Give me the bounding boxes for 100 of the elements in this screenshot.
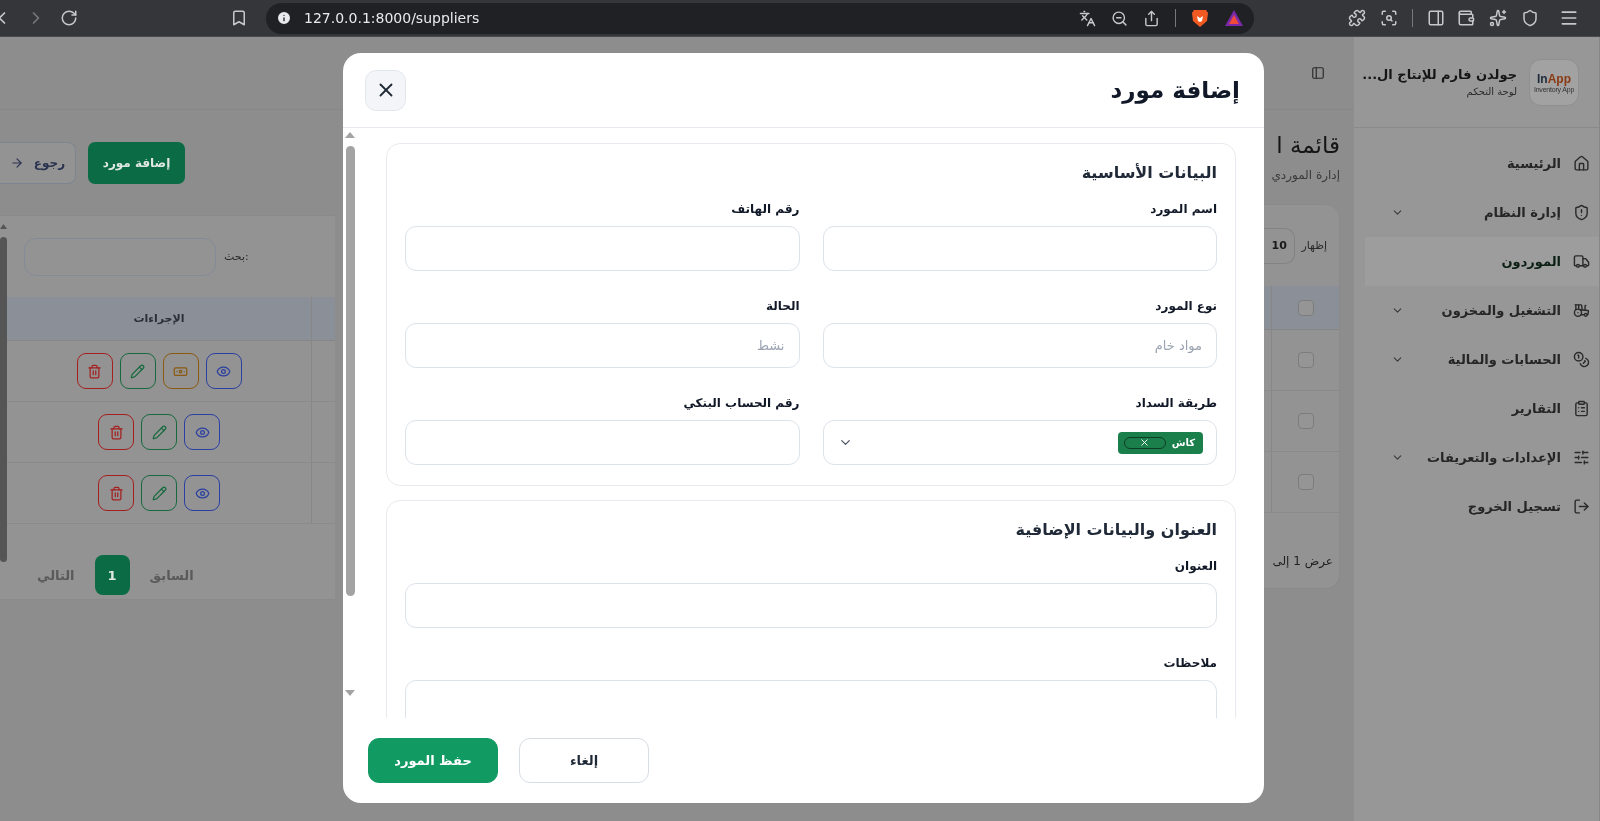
scrollbar-thumb[interactable]: [345, 146, 355, 596]
page-button[interactable]: 1: [94, 555, 130, 595]
lion-shield-icon[interactable]: [1191, 8, 1209, 28]
sidebar-item[interactable]: تسجيل الخروج: [1365, 482, 1599, 531]
column-header: الإجراءات: [133, 312, 185, 325]
url-text: 127.0.0.1:8000/suppliers: [304, 10, 480, 26]
field-label: رقم الحساب البنكي: [682, 395, 800, 412]
eye-icon: [216, 363, 231, 379]
view-button[interactable]: [205, 353, 242, 389]
sidebar-item[interactable]: إدارة النظام: [1365, 188, 1599, 237]
sparkle-icon[interactable]: [1489, 9, 1507, 27]
input-field[interactable]: [405, 226, 800, 271]
trash-icon: [108, 485, 124, 501]
sidebar-label: تسجيل الخروج: [1467, 499, 1561, 514]
add-button[interactable]: إضافة مورد: [88, 141, 185, 184]
view-button[interactable]: [184, 475, 220, 511]
sidebar-item[interactable]: التقارير: [1365, 384, 1599, 433]
row-checkbox[interactable]: [1297, 352, 1314, 368]
search-label: بحث:: [224, 250, 249, 263]
sidebar-item[interactable]: الرئيسية: [1365, 139, 1599, 188]
field-label: طريقة السداد: [1134, 395, 1217, 412]
field-label: العنوان: [1173, 558, 1217, 575]
sidebar-item[interactable]: الإعدادات والتعريفات: [1365, 433, 1599, 482]
sidebar-item[interactable]: الموردون: [1365, 237, 1599, 286]
field-label: ملاحظات: [1162, 655, 1217, 672]
section-title: البيانات الأساسية: [1080, 162, 1217, 184]
trash-icon: [87, 363, 102, 379]
sidebar-label: الحسابات والمالية: [1447, 352, 1561, 367]
logout-icon: [1573, 498, 1590, 515]
delete-button[interactable]: [76, 353, 113, 389]
trash-icon: [108, 424, 124, 440]
input-field[interactable]: نشط: [405, 323, 800, 368]
puzzle-icon[interactable]: [1348, 9, 1366, 27]
input-field[interactable]: مواد خام: [822, 323, 1217, 368]
wallet-icon[interactable]: [1457, 9, 1475, 27]
view-button[interactable]: [184, 414, 220, 450]
zoom-out-icon[interactable]: [1111, 9, 1128, 27]
sidebar-item[interactable]: التشغيل والمخزون: [1365, 286, 1599, 335]
shield-icon: [1573, 204, 1590, 221]
sidebar-label: الموردون: [1501, 254, 1561, 269]
select-field[interactable]: كاش: [822, 420, 1217, 465]
back-button[interactable]: رجوع: [0, 141, 76, 184]
sidebar-label: الرئيسية: [1506, 156, 1561, 171]
scroll-down-icon[interactable]: [345, 690, 355, 696]
shield-icon[interactable]: [1521, 9, 1539, 27]
section-title: العنوان والبيانات الإضافية: [1014, 519, 1217, 541]
edit-button[interactable]: [141, 475, 177, 511]
edit-button[interactable]: [141, 414, 177, 450]
field-label: رقم الهاتف: [730, 201, 800, 218]
tractor-icon: [1573, 302, 1590, 319]
cancel-button[interactable]: إلغاء: [519, 738, 649, 783]
pencil-icon: [130, 363, 145, 379]
modal-title: إضافة مورد: [1110, 77, 1240, 103]
sliders-icon: [1573, 449, 1590, 466]
clipboard-icon: [1573, 400, 1590, 417]
delete-button[interactable]: [98, 414, 134, 450]
cash-button[interactable]: [162, 353, 199, 389]
sidebar-item[interactable]: الحسابات والمالية: [1365, 335, 1599, 384]
scrollbar-thumb[interactable]: [0, 237, 7, 562]
show-label: إظهار: [1301, 239, 1327, 252]
info-icon[interactable]: [276, 10, 292, 26]
eye-icon: [194, 485, 210, 501]
triangle-icon[interactable]: [1224, 9, 1244, 27]
scroll-up-icon[interactable]: [345, 132, 355, 138]
input-field[interactable]: [405, 420, 800, 465]
truck-icon: [1573, 253, 1590, 270]
sidebar-label: الإعدادات والتعريفات: [1426, 450, 1561, 465]
sidebar-label: التشغيل والمخزون: [1441, 303, 1561, 318]
save-button[interactable]: حفظ المورد: [368, 738, 498, 783]
field-label: نوع المورد: [1154, 298, 1217, 315]
field-label: الحالة: [764, 298, 800, 315]
reload-icon[interactable]: [60, 9, 78, 27]
edit-button[interactable]: [119, 353, 156, 389]
row-checkbox[interactable]: [1297, 413, 1314, 429]
input-field[interactable]: [405, 583, 1217, 628]
app-subtitle: لوحة التحكم: [1465, 86, 1517, 97]
close-button[interactable]: [365, 69, 406, 111]
sidebar-icon[interactable]: [1427, 9, 1445, 27]
table-info: عرض 1 إلى: [1271, 554, 1334, 568]
share-icon[interactable]: [1143, 9, 1160, 27]
sidebar-label: إدارة النظام: [1484, 205, 1561, 220]
scroll-up-icon[interactable]: [0, 224, 7, 229]
address-bar[interactable]: 127.0.0.1:8000/suppliers: [266, 2, 1254, 34]
page-search-icon[interactable]: [1380, 9, 1398, 27]
house-icon: [1573, 155, 1590, 172]
input-field[interactable]: [822, 226, 1217, 271]
page-title: قائمة ا: [1275, 132, 1340, 158]
app-name: جولدن فارم للإنتاج ال...: [1362, 67, 1517, 82]
row-checkbox[interactable]: [1297, 474, 1314, 490]
bookmark-icon[interactable]: [230, 9, 248, 27]
delete-button[interactable]: [98, 475, 134, 511]
pencil-icon: [151, 485, 167, 501]
selected-tag: كاش: [1117, 431, 1203, 454]
eye-icon: [194, 424, 210, 440]
sidebar-label: التقارير: [1511, 401, 1561, 416]
coins-icon: [1573, 351, 1590, 368]
page-subtitle: إدارة الموردي: [1270, 168, 1340, 182]
translate-icon[interactable]: [1079, 9, 1096, 27]
menu-icon[interactable]: [1559, 8, 1579, 28]
row-checkbox[interactable]: [1297, 299, 1314, 316]
